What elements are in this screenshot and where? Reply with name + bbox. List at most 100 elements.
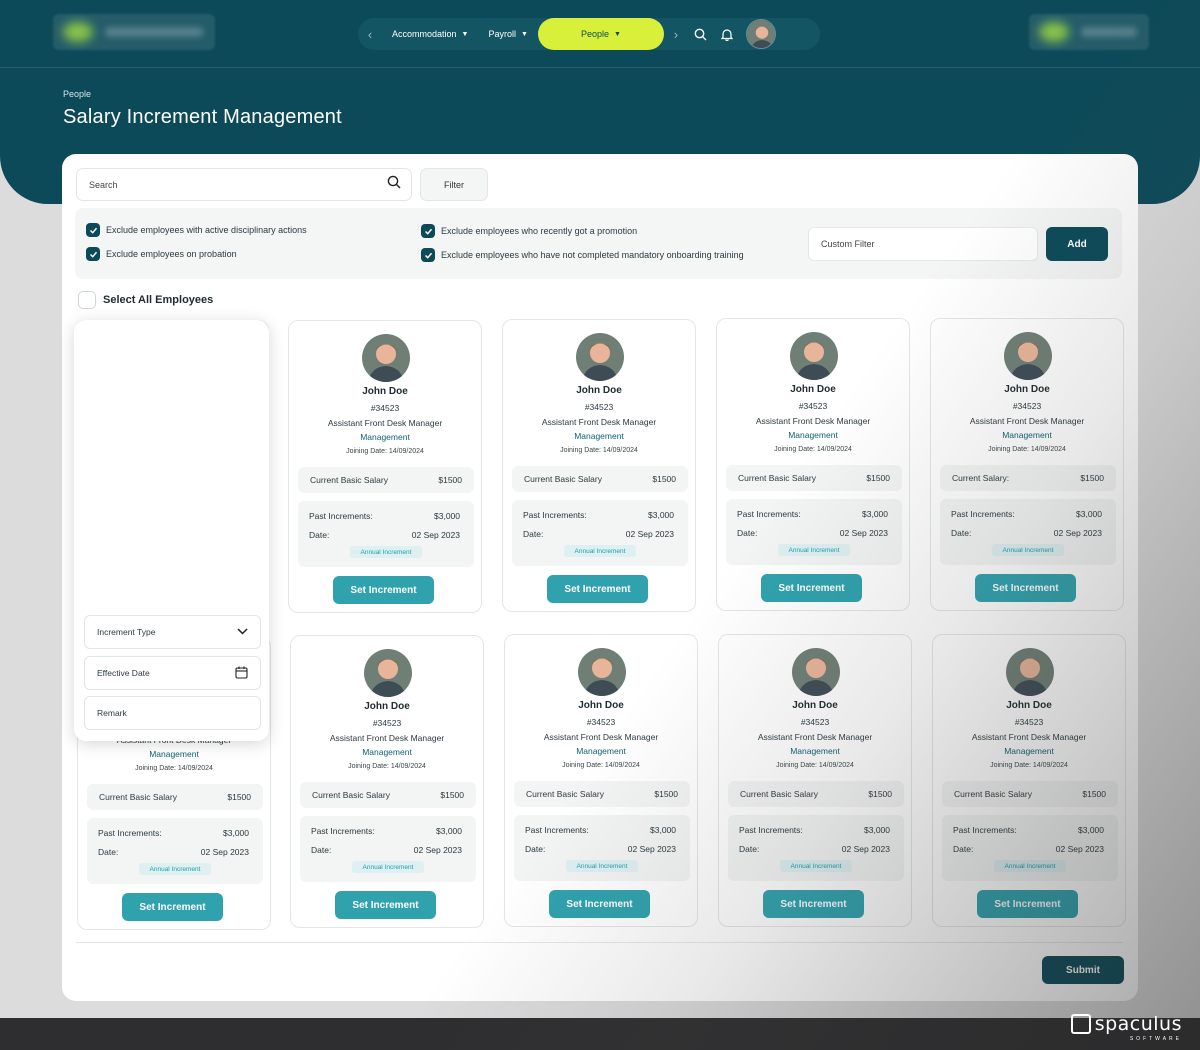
caret-down-icon: ▼ [520,30,528,38]
salary-value: $1500 [440,790,464,800]
employee-role: Assistant Front Desk Manager [971,732,1087,742]
user-avatar[interactable] [745,19,776,49]
salary-value: $1500 [652,474,676,484]
salary-value: $1500 [227,792,251,802]
employee-id: #34523 [372,718,402,728]
bell-icon[interactable] [714,28,740,41]
increment-date-value: 02 Sep 2023 [625,529,674,539]
increment-type-badge: Annual Increment [780,860,852,872]
set-increment-button[interactable]: Set Increment [977,890,1078,918]
past-increments-box: Past Increments:$3,000 Date:02 Sep 2023 … [728,815,904,881]
increment-type-select[interactable]: Increment Type [84,615,261,649]
checkbox-unchecked-icon[interactable] [78,291,96,309]
joining-date: Joining Date: 14/09/2024 [348,763,426,770]
set-increment-button[interactable]: Set Increment [122,893,223,921]
past-increments-value: $3,000 [650,825,676,835]
past-increments-value: $3,000 [648,510,674,520]
option-exclude-training[interactable]: Exclude employees who have not completed… [421,248,744,262]
employee-avatar [364,649,412,697]
set-increment-button[interactable]: Set Increment [335,891,436,919]
employee-card[interactable]: John Doe #34523 Assistant Front Desk Man… [718,634,912,927]
chevron-left-icon[interactable]: ‹ [358,27,382,42]
checkbox-checked-icon[interactable] [86,247,100,261]
current-salary-box: Current Basic Salary $1500 [728,781,904,807]
add-filter-button[interactable]: Add [1046,227,1108,261]
checkbox-checked-icon[interactable] [86,223,100,237]
past-increments-label: Past Increments: [523,510,587,520]
employee-card[interactable]: John Doe #34523 Assistant Front Desk Man… [932,634,1126,927]
employee-card[interactable]: John Doe #34523 Assistant Front Desk Man… [288,320,482,613]
company-logo[interactable] [1029,14,1149,50]
custom-filter-field[interactable] [808,227,1038,261]
past-increments-box: Past Increments:$3,000 Date:02 Sep 2023 … [298,501,474,567]
joining-date: Joining Date: 14/09/2024 [774,446,852,453]
employee-id: #34523 [1012,401,1042,411]
employee-id: #34523 [370,403,400,413]
set-increment-button[interactable]: Set Increment [763,890,864,918]
app-logo[interactable] [53,14,215,50]
submit-button[interactable]: Submit [1042,956,1124,984]
salary-label: Current Basic Salary [310,475,388,485]
employee-role: Assistant Front Desk Manager [969,416,1085,426]
past-increments-box: Past Increments:$3,000 Date:02 Sep 2023 … [726,499,902,565]
employee-card[interactable]: John Doe #34523 Assistant Front Desk Man… [716,318,910,611]
checkbox-checked-icon[interactable] [421,248,435,262]
increment-type-badge: Annual Increment [992,544,1064,556]
search-input[interactable] [89,179,387,190]
set-increment-button[interactable]: Set Increment [547,575,648,603]
employee-name: John Doe [1004,384,1050,395]
increment-date-label: Date: [737,528,758,538]
checkbox-checked-icon[interactable] [421,224,435,238]
employee-id: #34523 [800,717,830,727]
current-salary-box: Current Basic Salary $1500 [942,781,1118,807]
increment-type-label: Increment Type [97,627,156,637]
effective-date-field[interactable]: Effective Date [84,656,261,690]
custom-filter-input[interactable] [821,228,1025,260]
nav-item-people[interactable]: People ▼ [537,18,664,50]
set-increment-button[interactable]: Set Increment [975,574,1076,602]
select-all-employees[interactable]: Select All Employees [78,291,213,309]
increment-date-label: Date: [98,847,119,857]
select-all-label: Select All Employees [103,294,214,306]
past-increments-value: $3,000 [1078,825,1104,835]
salary-value: $1500 [438,475,462,485]
set-increment-button[interactable]: Set Increment [549,890,650,918]
employee-card[interactable]: John Doe #34523 Assistant Front Desk Man… [290,635,484,928]
chevron-down-icon[interactable] [237,627,248,637]
increment-date-label: Date: [311,845,332,855]
current-salary-box: Current Basic Salary $1500 [300,782,476,808]
breadcrumb[interactable]: People [63,89,91,99]
remark-field[interactable]: Remark [84,696,261,730]
employee-card[interactable]: John Doe #34523 Assistant Front Desk Man… [504,634,698,927]
search-box[interactable] [76,168,412,201]
employee-id: #34523 [798,401,828,411]
past-increments-label: Past Increments: [525,825,589,835]
increment-date-value: 02 Sep 2023 [411,530,460,540]
past-increments-box: Past Increments:$3,000 Date:02 Sep 2023 … [300,816,476,882]
chevron-right-icon[interactable]: › [664,27,688,42]
past-increments-label: Past Increments: [737,509,801,519]
past-increments-box: Past Increments:$3,000 Date:02 Sep 2023 … [940,499,1116,565]
past-increments-value: $3,000 [864,825,890,835]
set-increment-button[interactable]: Set Increment [761,574,862,602]
increment-date-value: 02 Sep 2023 [413,845,462,855]
employee-id: #34523 [584,402,614,412]
nav-item-accommodation[interactable]: Accommodation ▼ [382,18,478,50]
option-label: Exclude employees who have not completed… [441,250,744,260]
calendar-icon[interactable] [235,666,248,681]
search-icon[interactable] [387,175,401,194]
brand-name: spaculus [1094,1012,1182,1035]
nav-item-payroll[interactable]: Payroll ▼ [478,18,537,50]
employee-card[interactable]: John Doe #34523 Assistant Front Desk Man… [930,318,1124,611]
nav-item-label: People [580,29,609,39]
increment-popup: Increment Type Effective Date Remark [74,320,269,741]
joining-date: Joining Date: 14/09/2024 [988,446,1066,453]
filter-button[interactable]: Filter [420,168,488,201]
option-exclude-promotion[interactable]: Exclude employees who recently got a pro… [421,224,637,238]
employee-card[interactable]: John Doe #34523 Assistant Front Desk Man… [502,319,696,612]
option-exclude-disciplinary[interactable]: Exclude employees with active disciplina… [86,223,307,237]
option-exclude-probation[interactable]: Exclude employees on probation [86,247,237,261]
set-increment-button[interactable]: Set Increment [333,576,434,604]
current-salary-box: Current Basic Salary $1500 [514,781,690,807]
search-icon[interactable] [688,28,714,41]
